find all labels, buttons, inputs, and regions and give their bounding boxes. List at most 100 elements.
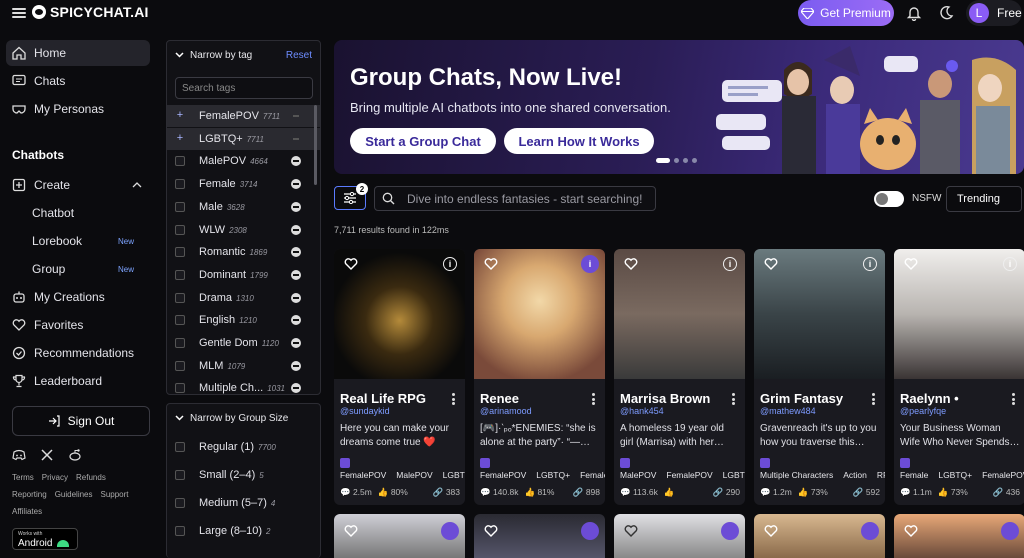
footer-link-refunds[interactable]: Refunds [76,473,106,482]
character-card-partial[interactable] [754,514,885,558]
exclude-tag-icon[interactable] [291,383,301,394]
card-tag[interactable]: Female [580,470,605,480]
tag-row[interactable]: Romantic 1869 [167,241,320,263]
exclude-tag-icon[interactable] [291,134,301,144]
exclude-tag-icon[interactable] [291,224,301,235]
info-icon[interactable] [581,522,599,540]
heart-icon[interactable] [344,524,358,538]
sidebar-item-my-creations[interactable]: My Creations [6,284,150,310]
exclude-tag-icon[interactable] [291,247,301,258]
heart-icon[interactable] [764,257,778,271]
tag-checkbox[interactable] [175,247,185,258]
info-icon[interactable] [863,257,877,271]
exclude-tag-icon[interactable] [291,201,301,212]
character-card-partial[interactable] [334,514,465,558]
more-options-icon[interactable] [872,393,875,405]
character-card[interactable]: Real Life RPG @sundaykid Here you can ma… [334,249,465,505]
footer-link-affiliates[interactable]: Affiliates [12,507,42,516]
creator-handle[interactable]: @sundaykid [340,406,390,416]
info-icon[interactable] [723,257,737,271]
tag-search-input[interactable]: Search tags [175,77,313,99]
tag-row[interactable]: Dominant 1799 [167,264,320,286]
card-tag[interactable]: MalePOV [396,470,437,480]
card-tag[interactable]: FemalePOV [666,470,717,480]
sidebar-sub-group[interactable]: Group New [32,262,150,276]
card-tag[interactable]: MalePOV [620,470,661,480]
heart-icon[interactable] [624,257,638,271]
tag-checkbox[interactable] [175,201,185,212]
menu-icon[interactable] [12,6,26,20]
exclude-tag-icon[interactable] [291,111,301,121]
tag-list-scrollbar[interactable] [314,105,317,185]
footer-link-reporting[interactable]: Reporting [12,490,47,499]
exclude-tag-icon[interactable] [291,156,301,167]
bell-icon[interactable] [906,5,922,21]
card-tag[interactable]: FemalePOV [480,470,531,480]
tag-checkbox[interactable] [175,292,185,303]
tag-row[interactable]: Male 3628 [167,196,320,218]
group-size-checkbox[interactable] [175,526,185,536]
sidebar-item-leaderboard[interactable]: Leaderboard [6,368,150,394]
tag-checkbox[interactable] [175,383,185,394]
heart-icon[interactable] [484,524,498,538]
card-tag[interactable]: LGBTQ+ [723,470,745,480]
tag-row[interactable]: Multiple Ch... 1031 [167,377,320,399]
card-tag[interactable]: Multiple Characters [760,470,838,480]
more-options-icon[interactable] [732,393,735,405]
tag-plus-icon[interactable]: + [175,132,185,144]
info-icon[interactable] [443,257,457,271]
sidebar-item-personas[interactable]: My Personas [6,96,150,122]
learn-how-button[interactable]: Learn How It Works [504,128,654,154]
card-tag[interactable]: Action [843,470,872,480]
user-menu[interactable]: L Free [966,0,1022,26]
exclude-tag-icon[interactable] [291,292,301,303]
character-card[interactable]: Grim Fantasy @mathew484 Gravenreach it's… [754,249,885,505]
creator-handle[interactable]: @arinamood [480,406,532,416]
character-card[interactable]: Renee @arinamood [🎮]·‵ₚₒ*ENEMIES: “she i… [474,249,605,505]
heart-icon[interactable] [764,524,778,538]
exclude-tag-icon[interactable] [291,179,301,190]
tag-row[interactable]: + FemalePOV 7711 [167,105,320,127]
tag-plus-icon[interactable]: + [175,110,185,121]
more-options-icon[interactable] [1012,393,1015,405]
info-icon[interactable] [721,522,739,540]
chevron-up-icon[interactable] [132,182,142,188]
sidebar-item-home[interactable]: Home [6,40,150,66]
carousel-dots[interactable] [656,158,697,163]
footer-link-terms[interactable]: Terms [12,473,34,482]
creator-handle[interactable]: @hank454 [620,406,664,416]
tag-checkbox[interactable] [175,179,185,190]
search-input[interactable]: Dive into endless fantasies - start sear… [374,186,656,211]
tag-row[interactable]: Drama 1310 [167,287,320,309]
group-size-checkbox[interactable] [175,498,185,508]
card-tag[interactable]: RPG [877,470,885,480]
sign-out-button[interactable]: Sign Out [12,406,150,436]
tag-checkbox[interactable] [175,156,185,167]
logo[interactable]: SPICYCHAT.AI [32,4,149,20]
group-size-row[interactable]: Medium (5–7) 4 [167,492,320,514]
card-tag[interactable]: FemalePOV [982,470,1024,480]
more-options-icon[interactable] [452,393,455,405]
nsfw-toggle[interactable] [874,191,904,207]
heart-icon[interactable] [624,524,638,538]
tag-row[interactable]: MLM 1079 [167,355,320,377]
info-icon[interactable] [1001,522,1019,540]
exclude-tag-icon[interactable] [291,315,301,326]
discord-icon[interactable] [12,448,26,462]
more-options-icon[interactable] [592,393,595,405]
tag-row[interactable]: English 1210 [167,309,320,331]
character-card-partial[interactable] [894,514,1024,558]
heart-icon[interactable] [904,257,918,271]
tag-row[interactable]: WLW 2308 [167,219,320,241]
card-tag[interactable]: FemalePOV [340,470,391,480]
tag-checkbox[interactable] [175,338,185,348]
sidebar-item-recommendations[interactable]: Recommendations [6,340,150,366]
get-premium-button[interactable]: Get Premium [798,0,894,26]
sort-select[interactable]: Trending [946,186,1022,212]
heart-icon[interactable] [484,257,498,271]
exclude-tag-icon[interactable] [291,360,301,371]
character-card[interactable]: Marrisa Brown @hank454 A homeless 19 yea… [614,249,745,505]
character-card-partial[interactable] [614,514,745,558]
group-size-row[interactable]: Small (2–4) 5 [167,464,320,486]
sidebar-item-chats[interactable]: Chats [6,68,150,94]
